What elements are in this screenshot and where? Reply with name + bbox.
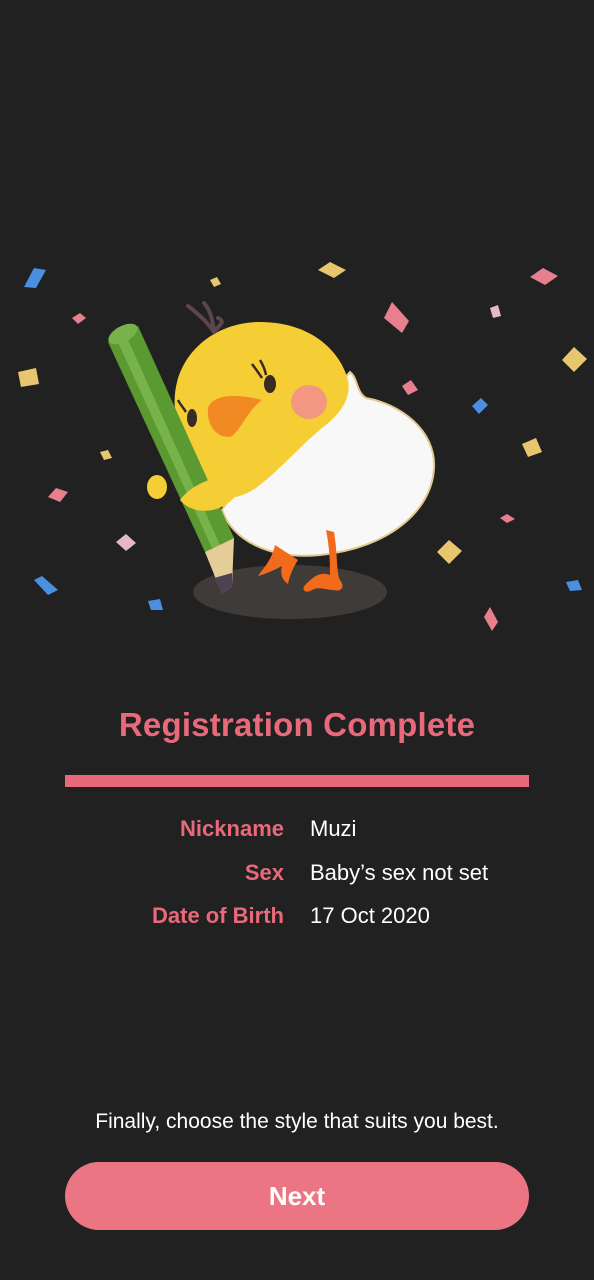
profile-row-sex: Sex Baby’s sex not set <box>0 860 594 890</box>
date-of-birth-value: 17 Oct 2020 <box>310 903 430 928</box>
profile-row-nickname: Nickname Muzi <box>0 816 594 846</box>
next-button[interactable]: Next <box>65 1162 529 1230</box>
profile-row-date-of-birth: Date of Birth 17 Oct 2020 <box>0 903 594 933</box>
sex-label: Sex <box>244 860 284 885</box>
nickname-label: Nickname <box>180 816 284 841</box>
title-divider <box>65 775 529 787</box>
chick-with-pencil-celebration-icon <box>18 262 587 631</box>
page-title: Registration Complete <box>118 706 476 743</box>
sex-value: Baby’s sex not set <box>310 860 489 885</box>
nickname-value: Muzi <box>310 816 357 841</box>
date-of-birth-label: Date of Birth <box>152 903 284 928</box>
style-prompt-text: Finally, choose the style that suits you… <box>95 1110 499 1133</box>
